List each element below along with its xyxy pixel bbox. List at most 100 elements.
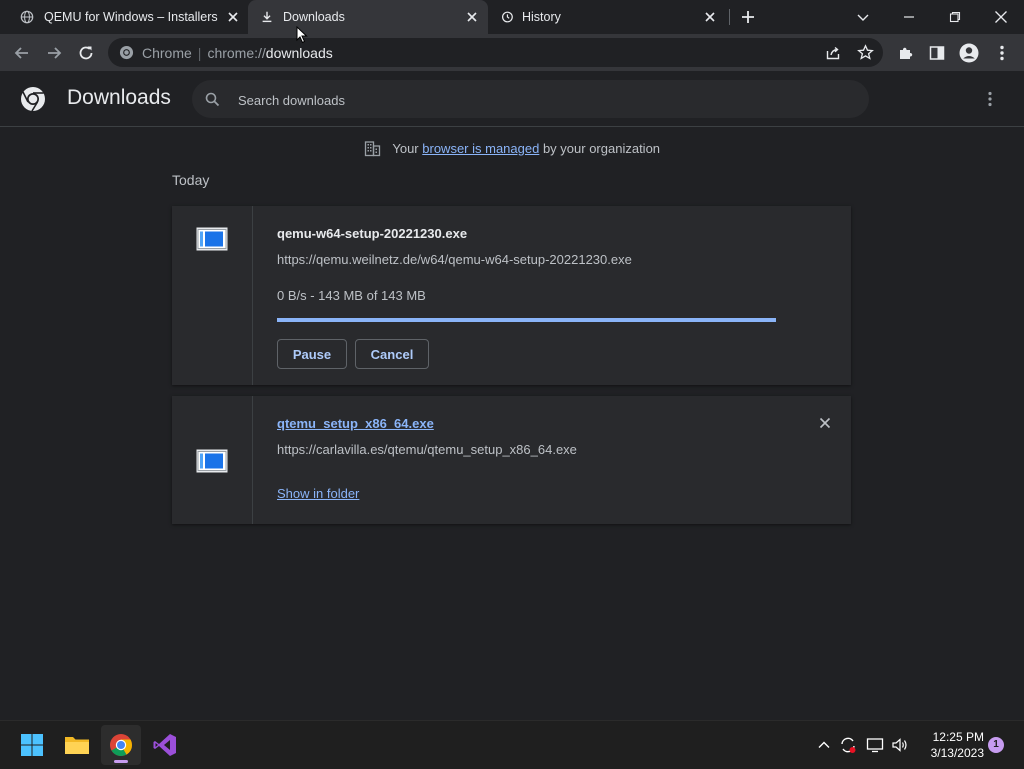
tab-history[interactable]: History xyxy=(488,0,726,34)
network-monitor-icon xyxy=(866,738,884,753)
close-icon[interactable] xyxy=(702,9,718,25)
search-icon xyxy=(205,92,220,107)
tab-label: QEMU for Windows – Installers (6 xyxy=(44,10,220,24)
card-divider xyxy=(252,206,253,385)
more-vertical-icon xyxy=(988,91,992,107)
new-tab-button[interactable] xyxy=(728,0,768,34)
side-panel-icon xyxy=(929,46,945,60)
search-box[interactable] xyxy=(192,80,869,120)
tab-qemu[interactable]: QEMU for Windows – Installers (6 xyxy=(8,0,246,34)
reload-button[interactable] xyxy=(75,42,97,64)
volume-button[interactable] xyxy=(890,735,910,755)
clock[interactable]: 12:25 PM 3/13/2023 xyxy=(916,729,984,761)
arrow-right-icon xyxy=(48,47,62,59)
installer-file-icon xyxy=(196,449,228,473)
file-name-link[interactable]: qtemu_setup_x86_64.exe xyxy=(277,416,434,431)
minimize-icon xyxy=(904,16,914,18)
extensions-button[interactable] xyxy=(895,42,917,64)
chrome-menu-button[interactable] xyxy=(991,42,1013,64)
progress-bar xyxy=(277,318,776,322)
mouse-cursor-icon xyxy=(296,26,308,44)
chevron-down-icon xyxy=(857,14,869,21)
download-status: 0 B/s - 143 MB of 143 MB xyxy=(277,288,426,303)
forward-button[interactable] xyxy=(43,42,65,64)
sync-status-button[interactable] xyxy=(838,735,858,755)
restore-icon xyxy=(949,11,961,23)
windows-logo-icon xyxy=(21,734,43,756)
show-hidden-icons-button[interactable] xyxy=(814,735,834,755)
file-url[interactable]: https://carlavilla.es/qtemu/qtemu_setup_… xyxy=(277,442,577,457)
profile-button[interactable] xyxy=(958,42,980,64)
back-button[interactable] xyxy=(11,42,33,64)
file-explorer-button[interactable] xyxy=(57,725,97,765)
close-window-button[interactable] xyxy=(978,0,1024,34)
clock-date: 3/13/2023 xyxy=(930,746,984,760)
folder-icon xyxy=(65,737,89,754)
side-panel-button[interactable] xyxy=(926,42,948,64)
building-icon xyxy=(364,141,381,157)
taskbar: 12:25 PM 3/13/2023 1 xyxy=(0,720,1024,769)
download-item-qtemu: qtemu_setup_x86_64.exe https://carlavill… xyxy=(172,396,851,524)
visual-studio-button[interactable] xyxy=(145,725,185,765)
managed-suffix: by your organization xyxy=(542,141,661,156)
url-text: Chrome | chrome://downloads xyxy=(142,45,333,61)
downloads-menu-button[interactable] xyxy=(982,89,998,109)
page-title: Downloads xyxy=(67,86,171,109)
address-bar[interactable]: Chrome | chrome://downloads xyxy=(108,38,883,67)
download-item-qemu: qemu-w64-setup-20221230.exe https://qemu… xyxy=(172,206,851,385)
tab-search-button[interactable] xyxy=(840,0,886,34)
restore-button[interactable] xyxy=(932,0,978,34)
close-icon xyxy=(995,11,1007,23)
globe-icon xyxy=(20,10,34,24)
start-button[interactable] xyxy=(12,725,52,765)
more-vertical-icon xyxy=(1000,45,1004,61)
chevron-up-icon xyxy=(818,741,830,748)
download-icon xyxy=(262,11,272,23)
share-icon[interactable] xyxy=(825,45,841,61)
installer-file-icon xyxy=(196,227,228,251)
close-icon[interactable] xyxy=(225,9,241,25)
history-icon xyxy=(502,11,513,23)
tab-downloads[interactable]: Downloads xyxy=(248,0,488,34)
url-host: downloads xyxy=(265,45,333,61)
search-input[interactable] xyxy=(236,80,840,120)
close-icon[interactable] xyxy=(817,415,833,431)
speaker-icon xyxy=(892,738,907,752)
clock-time: 12:25 PM xyxy=(932,730,984,744)
chrome-taskbar-button[interactable] xyxy=(101,725,141,765)
chrome-icon xyxy=(110,734,132,756)
managed-prefix: Your xyxy=(392,141,419,156)
sync-icon xyxy=(841,737,856,753)
file-url[interactable]: https://qemu.weilnetz.de/w64/qemu-w64-se… xyxy=(277,252,632,267)
chrome-logo-icon xyxy=(21,87,45,112)
notification-badge[interactable]: 1 xyxy=(988,737,1004,753)
puzzle-icon xyxy=(900,47,913,59)
reload-icon xyxy=(79,46,93,60)
url-scheme-label: Chrome xyxy=(142,45,192,61)
downloads-header: Downloads xyxy=(0,71,1024,127)
toolbar: Chrome | chrome://downloads xyxy=(0,34,1024,71)
chrome-icon xyxy=(119,45,134,60)
cancel-button[interactable]: Cancel xyxy=(355,339,429,369)
url-prefix: chrome:// xyxy=(207,45,266,61)
plus-icon xyxy=(742,11,754,23)
active-app-indicator xyxy=(114,760,128,763)
show-in-folder-link[interactable]: Show in folder xyxy=(277,486,359,501)
browser-managed-link[interactable]: browser is managed xyxy=(422,141,539,156)
progress-fill xyxy=(277,318,776,322)
pause-button[interactable]: Pause xyxy=(277,339,347,369)
url-separator: | xyxy=(197,45,202,61)
minimize-button[interactable] xyxy=(886,0,932,34)
star-icon[interactable] xyxy=(857,44,874,61)
visual-studio-icon xyxy=(153,734,176,756)
card-divider xyxy=(252,396,253,524)
file-name: qemu-w64-setup-20221230.exe xyxy=(277,226,468,241)
close-icon[interactable] xyxy=(464,9,480,25)
arrow-left-icon xyxy=(14,47,28,59)
avatar-icon xyxy=(959,43,979,63)
network-button[interactable] xyxy=(865,735,885,755)
tab-label: Downloads xyxy=(283,10,345,24)
tab-strip: QEMU for Windows – Installers (6 Downloa… xyxy=(0,0,1024,34)
tab-label: History xyxy=(522,10,561,24)
date-section-label: Today xyxy=(172,172,210,188)
